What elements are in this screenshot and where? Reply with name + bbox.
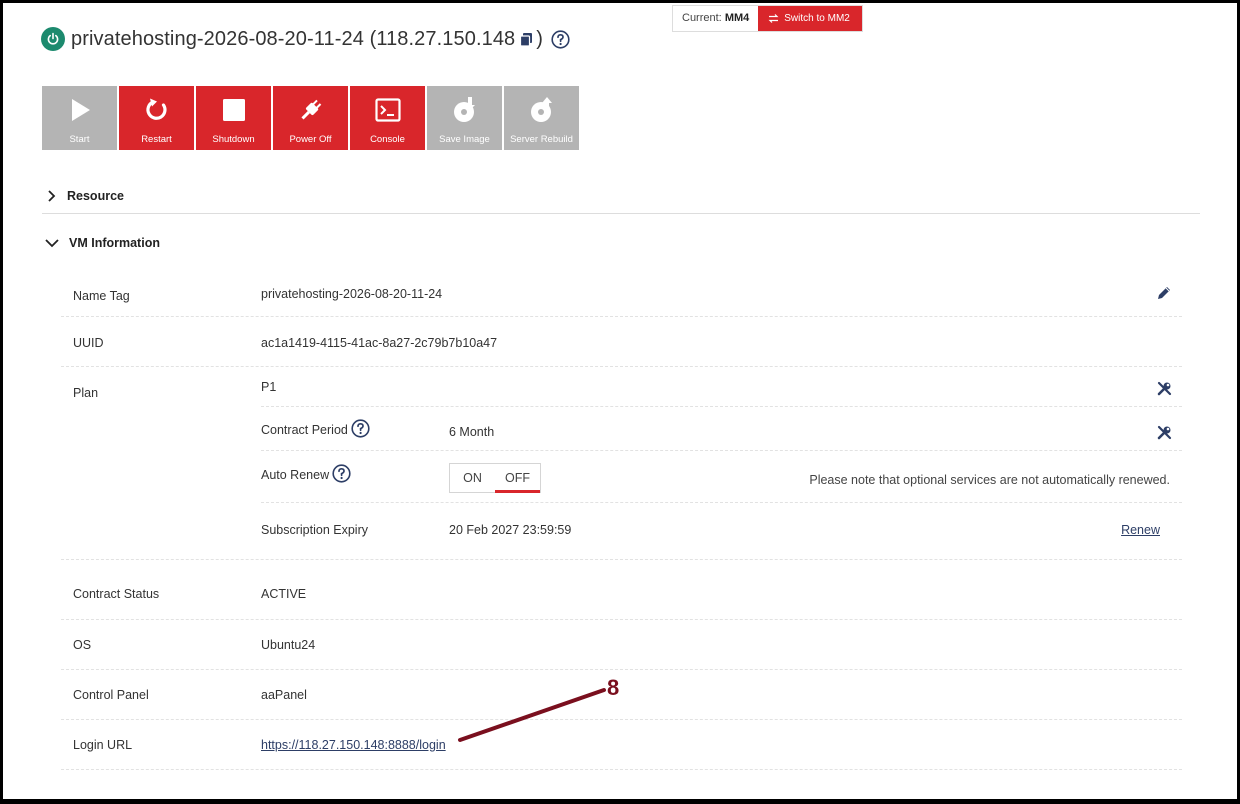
page-frame: privatehosting-2026-08-20-11-24 (118.27.… (3, 3, 1237, 799)
annotation-arrow (458, 688, 606, 742)
annotation-step-number: 8 (607, 675, 620, 700)
